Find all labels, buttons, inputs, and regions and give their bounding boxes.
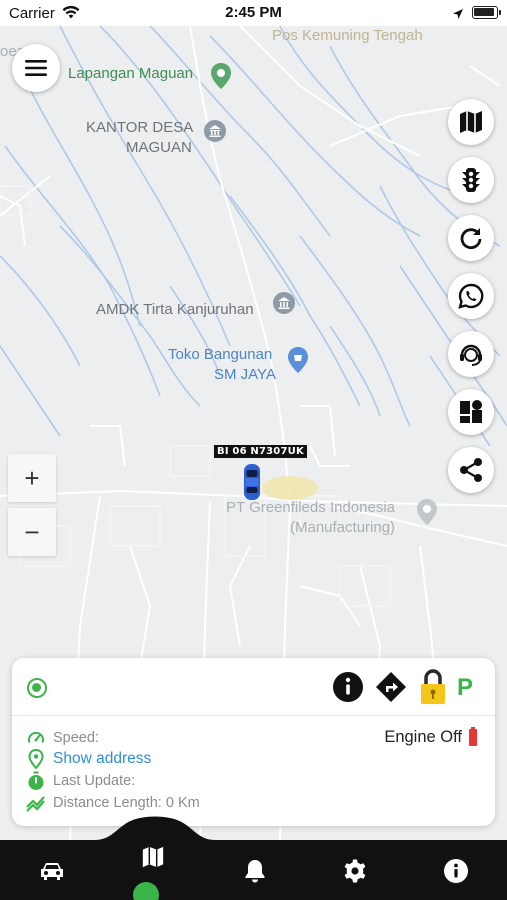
directions-icon [376,672,406,702]
location-arrow-icon [452,7,464,25]
lock-icon [421,669,445,704]
shop-pin-icon[interactable] [287,346,309,373]
card-header: P [12,658,495,716]
speed-label: Speed: [53,730,99,746]
engine-status: Engine Off [384,727,477,747]
parking-status: P [457,674,474,701]
zoom-in-button[interactable]: + [8,454,56,502]
nav-info[interactable] [439,855,473,887]
distance-row: Distance Length: 0 Km [26,793,200,813]
last-update-label: Last Update: [53,773,136,789]
directions-button[interactable] [375,671,407,708]
last-update-row: Last Update: [26,771,135,791]
map-icon [460,111,482,133]
nav-notch [0,816,507,842]
nav-settings[interactable] [338,855,372,887]
share-button[interactable] [448,447,494,493]
poi-lapangan-maguan: Lapangan Maguan [68,65,194,82]
park-pin-icon[interactable] [210,62,232,89]
battery-icon [472,6,501,19]
gear-icon [344,859,366,883]
address-row: Show address [26,749,151,769]
whatsapp-icon [458,283,484,309]
car-icon [41,863,63,880]
vehicle-plate-label: BI 06 N7307UK [214,445,307,458]
support-agent-icon [460,344,482,366]
speedometer-icon [26,728,46,748]
poi-amdk-tirta: AMDK Tirta Kanjuruhan [96,301,254,318]
nav-map[interactable] [128,832,178,882]
map-icon [142,846,164,868]
bell-icon [245,860,265,883]
location-pin-icon [26,749,46,769]
poi-toko-bangunan-line2: SM JAYA [214,366,276,383]
government-building-icon[interactable] [204,120,226,142]
poi-pos-kemuning: Pos Kemuning Tengah [272,27,423,44]
nav-notifications[interactable] [238,855,272,887]
share-icon [460,458,482,482]
status-bar: Carrier 2:45 PM [0,0,507,26]
support-button[interactable] [448,331,494,377]
clock: 2:45 PM [225,4,282,21]
speed-row: Speed: [26,728,99,748]
poi-kantor-desa-line2: MAGUAN [126,139,192,156]
online-status-icon [27,678,47,698]
menu-button[interactable] [12,44,60,92]
dashboard-icon [460,400,482,423]
traffic-light-icon [462,168,480,192]
show-address-link[interactable]: Show address [53,750,151,768]
vehicle-car-icon[interactable] [242,463,262,506]
poi-kantor-desa-line1: KANTOR DESA [86,119,194,136]
poi-toko-bangunan-line1: Toko Bangunan [168,346,273,363]
engine-status-label: Engine Off [384,728,462,746]
poi-pt-greenfileds-line2: (Manufacturing) [290,519,396,536]
trending-icon [26,793,46,813]
info-button[interactable] [332,671,364,708]
whatsapp-button[interactable] [448,273,494,319]
factory-pin-icon[interactable] [416,498,438,525]
refresh-button[interactable] [448,215,494,261]
info-icon [444,859,468,883]
zoom-out-button[interactable]: − [8,508,56,556]
battery-low-icon [469,727,477,746]
factory-building-icon[interactable] [273,292,295,314]
lock-button[interactable] [418,668,448,711]
vehicle-info-card: P Speed: Engine Off Show address Last Up… [12,658,495,826]
distance-label: Distance Length: 0 Km [53,795,200,811]
traffic-button[interactable] [448,157,494,203]
refresh-icon [460,228,482,250]
map-type-button[interactable] [448,99,494,145]
hamburger-icon [25,60,47,76]
stopwatch-icon [26,771,46,791]
info-icon [333,672,363,702]
nav-vehicles[interactable] [35,855,69,887]
dashboard-button[interactable] [448,389,494,435]
